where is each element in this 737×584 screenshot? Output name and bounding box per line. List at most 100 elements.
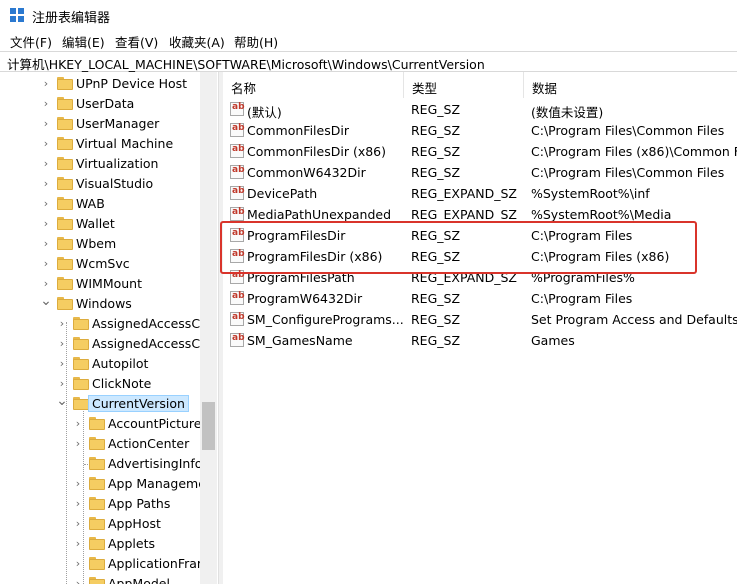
menu-file[interactable]: 文件(F) bbox=[8, 32, 54, 51]
tree-item[interactable]: ⌄ CurrentVersion bbox=[0, 394, 200, 414]
tree-item[interactable]: › App Paths bbox=[0, 494, 200, 514]
chevron-right-icon[interactable]: › bbox=[72, 557, 84, 571]
tree-item[interactable]: › Wbem bbox=[0, 234, 200, 254]
registry-value-row[interactable]: DevicePath REG_EXPAND_SZ %SystemRoot%\inf bbox=[223, 183, 737, 204]
tree-item[interactable]: › WIMMount bbox=[0, 274, 200, 294]
folder-icon bbox=[57, 97, 73, 110]
tree-item[interactable]: › AssignedAccessCsp bbox=[0, 334, 215, 354]
tree-item[interactable]: › Virtual Machine bbox=[0, 134, 200, 154]
tree-item[interactable]: › App Manageme bbox=[0, 474, 206, 494]
tree-item[interactable]: › UserManager bbox=[0, 114, 200, 134]
chevron-right-icon[interactable]: › bbox=[40, 77, 52, 91]
tree-item[interactable]: › ActionCenter bbox=[0, 434, 200, 454]
column-header-data[interactable]: 数据 bbox=[524, 72, 737, 98]
registry-value-row[interactable]: SM_GamesName REG_SZ Games bbox=[223, 330, 737, 351]
tree-item[interactable]: › UserData bbox=[0, 94, 200, 114]
tree-item[interactable]: AdvertisingInfo bbox=[0, 454, 203, 474]
tree-item-label: UserManager bbox=[76, 116, 160, 131]
address-path[interactable]: 计算机\HKEY_LOCAL_MACHINE\SOFTWARE\Microsof… bbox=[7, 54, 485, 73]
key-tree[interactable]: › UPnP Device Host › UserData › UserManager › V… bbox=[0, 72, 218, 584]
chevron-right-icon[interactable]: › bbox=[40, 237, 52, 251]
tree-item[interactable]: › Autopilot bbox=[0, 354, 200, 374]
menu-edit[interactable]: 编辑(E) bbox=[60, 32, 107, 51]
chevron-right-icon[interactable]: › bbox=[56, 317, 68, 331]
folder-icon bbox=[57, 237, 73, 250]
tree-item[interactable]: › WAB bbox=[0, 194, 200, 214]
registry-editor-icon bbox=[10, 8, 24, 22]
tree-item[interactable]: › AppModel bbox=[0, 574, 200, 584]
tree-item[interactable]: › VisualStudio bbox=[0, 174, 200, 194]
tree-item[interactable]: › ClickNote bbox=[0, 374, 200, 394]
value-type: REG_SZ bbox=[411, 102, 461, 117]
chevron-right-icon[interactable]: › bbox=[40, 137, 52, 151]
value-name: DevicePath bbox=[247, 186, 318, 201]
tree-item[interactable]: ⌄ Windows bbox=[0, 294, 200, 314]
menu-view[interactable]: 查看(V) bbox=[113, 32, 160, 51]
registry-value-row[interactable]: CommonFilesDir (x86) REG_SZ C:\Program Fil… bbox=[223, 141, 737, 162]
value-list[interactable]: 名称 类型 数据 (默认)REG_SZ(数值未设置)CommonFilesDir… bbox=[223, 72, 737, 584]
tree-item-label: App Manageme bbox=[108, 476, 206, 491]
chevron-right-icon[interactable]: › bbox=[40, 197, 52, 211]
value-name: SM_GamesName bbox=[247, 333, 353, 348]
tree-item-label: UserData bbox=[76, 96, 135, 111]
chevron-right-icon[interactable]: › bbox=[40, 117, 52, 131]
tree-item-label: AdvertisingInfo bbox=[108, 456, 203, 471]
tree-item[interactable]: › Virtualization bbox=[0, 154, 200, 174]
chevron-right-icon[interactable]: › bbox=[72, 437, 84, 451]
tree-item-label: VisualStudio bbox=[76, 176, 154, 191]
chevron-right-icon[interactable]: › bbox=[56, 337, 68, 351]
tree-item[interactable]: › Applets bbox=[0, 534, 200, 554]
value-name: CommonW6432Dir bbox=[247, 165, 366, 180]
open-folder-icon bbox=[57, 297, 73, 310]
menu-help[interactable]: 帮助(H) bbox=[232, 32, 280, 51]
column-header-type[interactable]: 类型 bbox=[404, 72, 524, 98]
chevron-right-icon[interactable]: › bbox=[72, 537, 84, 551]
value-type: REG_SZ bbox=[411, 165, 461, 180]
string-value-icon bbox=[230, 123, 245, 137]
column-header-name[interactable]: 名称 bbox=[223, 72, 404, 98]
menu-favorites[interactable]: 收藏夹(A) bbox=[167, 32, 227, 51]
chevron-down-icon[interactable]: ⌄ bbox=[40, 294, 52, 308]
chevron-right-icon[interactable]: › bbox=[40, 97, 52, 111]
folder-icon bbox=[73, 377, 89, 390]
tree-item[interactable]: › AssignedAccessCo bbox=[0, 314, 208, 334]
address-bar[interactable]: 计算机\HKEY_LOCAL_MACHINE\SOFTWARE\Microsof… bbox=[0, 51, 737, 72]
tree-item[interactable]: › ApplicationFram bbox=[0, 554, 209, 574]
value-type: REG_SZ bbox=[411, 123, 461, 138]
value-name: CommonFilesDir (x86) bbox=[247, 144, 386, 159]
chevron-right-icon[interactable]: › bbox=[40, 257, 52, 271]
chevron-right-icon[interactable]: › bbox=[56, 357, 68, 371]
chevron-right-icon[interactable]: › bbox=[72, 497, 84, 511]
chevron-right-icon[interactable]: › bbox=[40, 277, 52, 291]
chevron-right-icon[interactable]: › bbox=[72, 517, 84, 531]
tree-scrollbar-thumb[interactable] bbox=[202, 402, 215, 450]
chevron-right-icon[interactable]: › bbox=[72, 417, 84, 431]
tree-item[interactable]: › UPnP Device Host bbox=[0, 74, 200, 94]
value-type: REG_SZ bbox=[411, 312, 461, 327]
string-value-icon bbox=[230, 333, 245, 347]
registry-value-row[interactable]: (默认) REG_SZ (数值未设置) bbox=[223, 99, 737, 120]
tree-item[interactable]: › AppHost bbox=[0, 514, 200, 534]
registry-value-row[interactable]: CommonW6432Dir REG_SZ C:\Program Files\Com… bbox=[223, 162, 737, 183]
chevron-right-icon[interactable]: › bbox=[40, 217, 52, 231]
registry-value-row[interactable]: CommonFilesDir REG_SZ C:\Program Files\Com… bbox=[223, 120, 737, 141]
tree-item-label: WIMMount bbox=[76, 276, 143, 291]
registry-value-row[interactable]: SM_ConfigurePrograms... REG_SZ Set Program… bbox=[223, 309, 737, 330]
registry-value-row[interactable]: ProgramW6432Dir REG_SZ C:\Program Files bbox=[223, 288, 737, 309]
tree-item[interactable]: › WcmSvc bbox=[0, 254, 200, 274]
value-type: REG_EXPAND_SZ bbox=[411, 207, 517, 222]
chevron-down-icon[interactable]: ⌄ bbox=[56, 394, 68, 408]
title-bar: 注册表编辑器 bbox=[0, 0, 737, 30]
value-name: ProgramW6432Dir bbox=[247, 291, 363, 306]
column-header-type-label: 类型 bbox=[412, 81, 438, 96]
chevron-right-icon[interactable]: › bbox=[40, 177, 52, 191]
chevron-right-icon[interactable]: › bbox=[72, 477, 84, 491]
string-value-icon bbox=[230, 186, 245, 200]
chevron-right-icon[interactable]: › bbox=[56, 377, 68, 391]
tree-scrollbar[interactable] bbox=[200, 72, 217, 584]
tree-item-label: App Paths bbox=[108, 496, 171, 511]
chevron-right-icon[interactable]: › bbox=[40, 157, 52, 171]
chevron-right-icon[interactable]: › bbox=[72, 577, 84, 584]
tree-item[interactable]: › AccountPicture bbox=[0, 414, 202, 434]
tree-item[interactable]: › Wallet bbox=[0, 214, 200, 234]
